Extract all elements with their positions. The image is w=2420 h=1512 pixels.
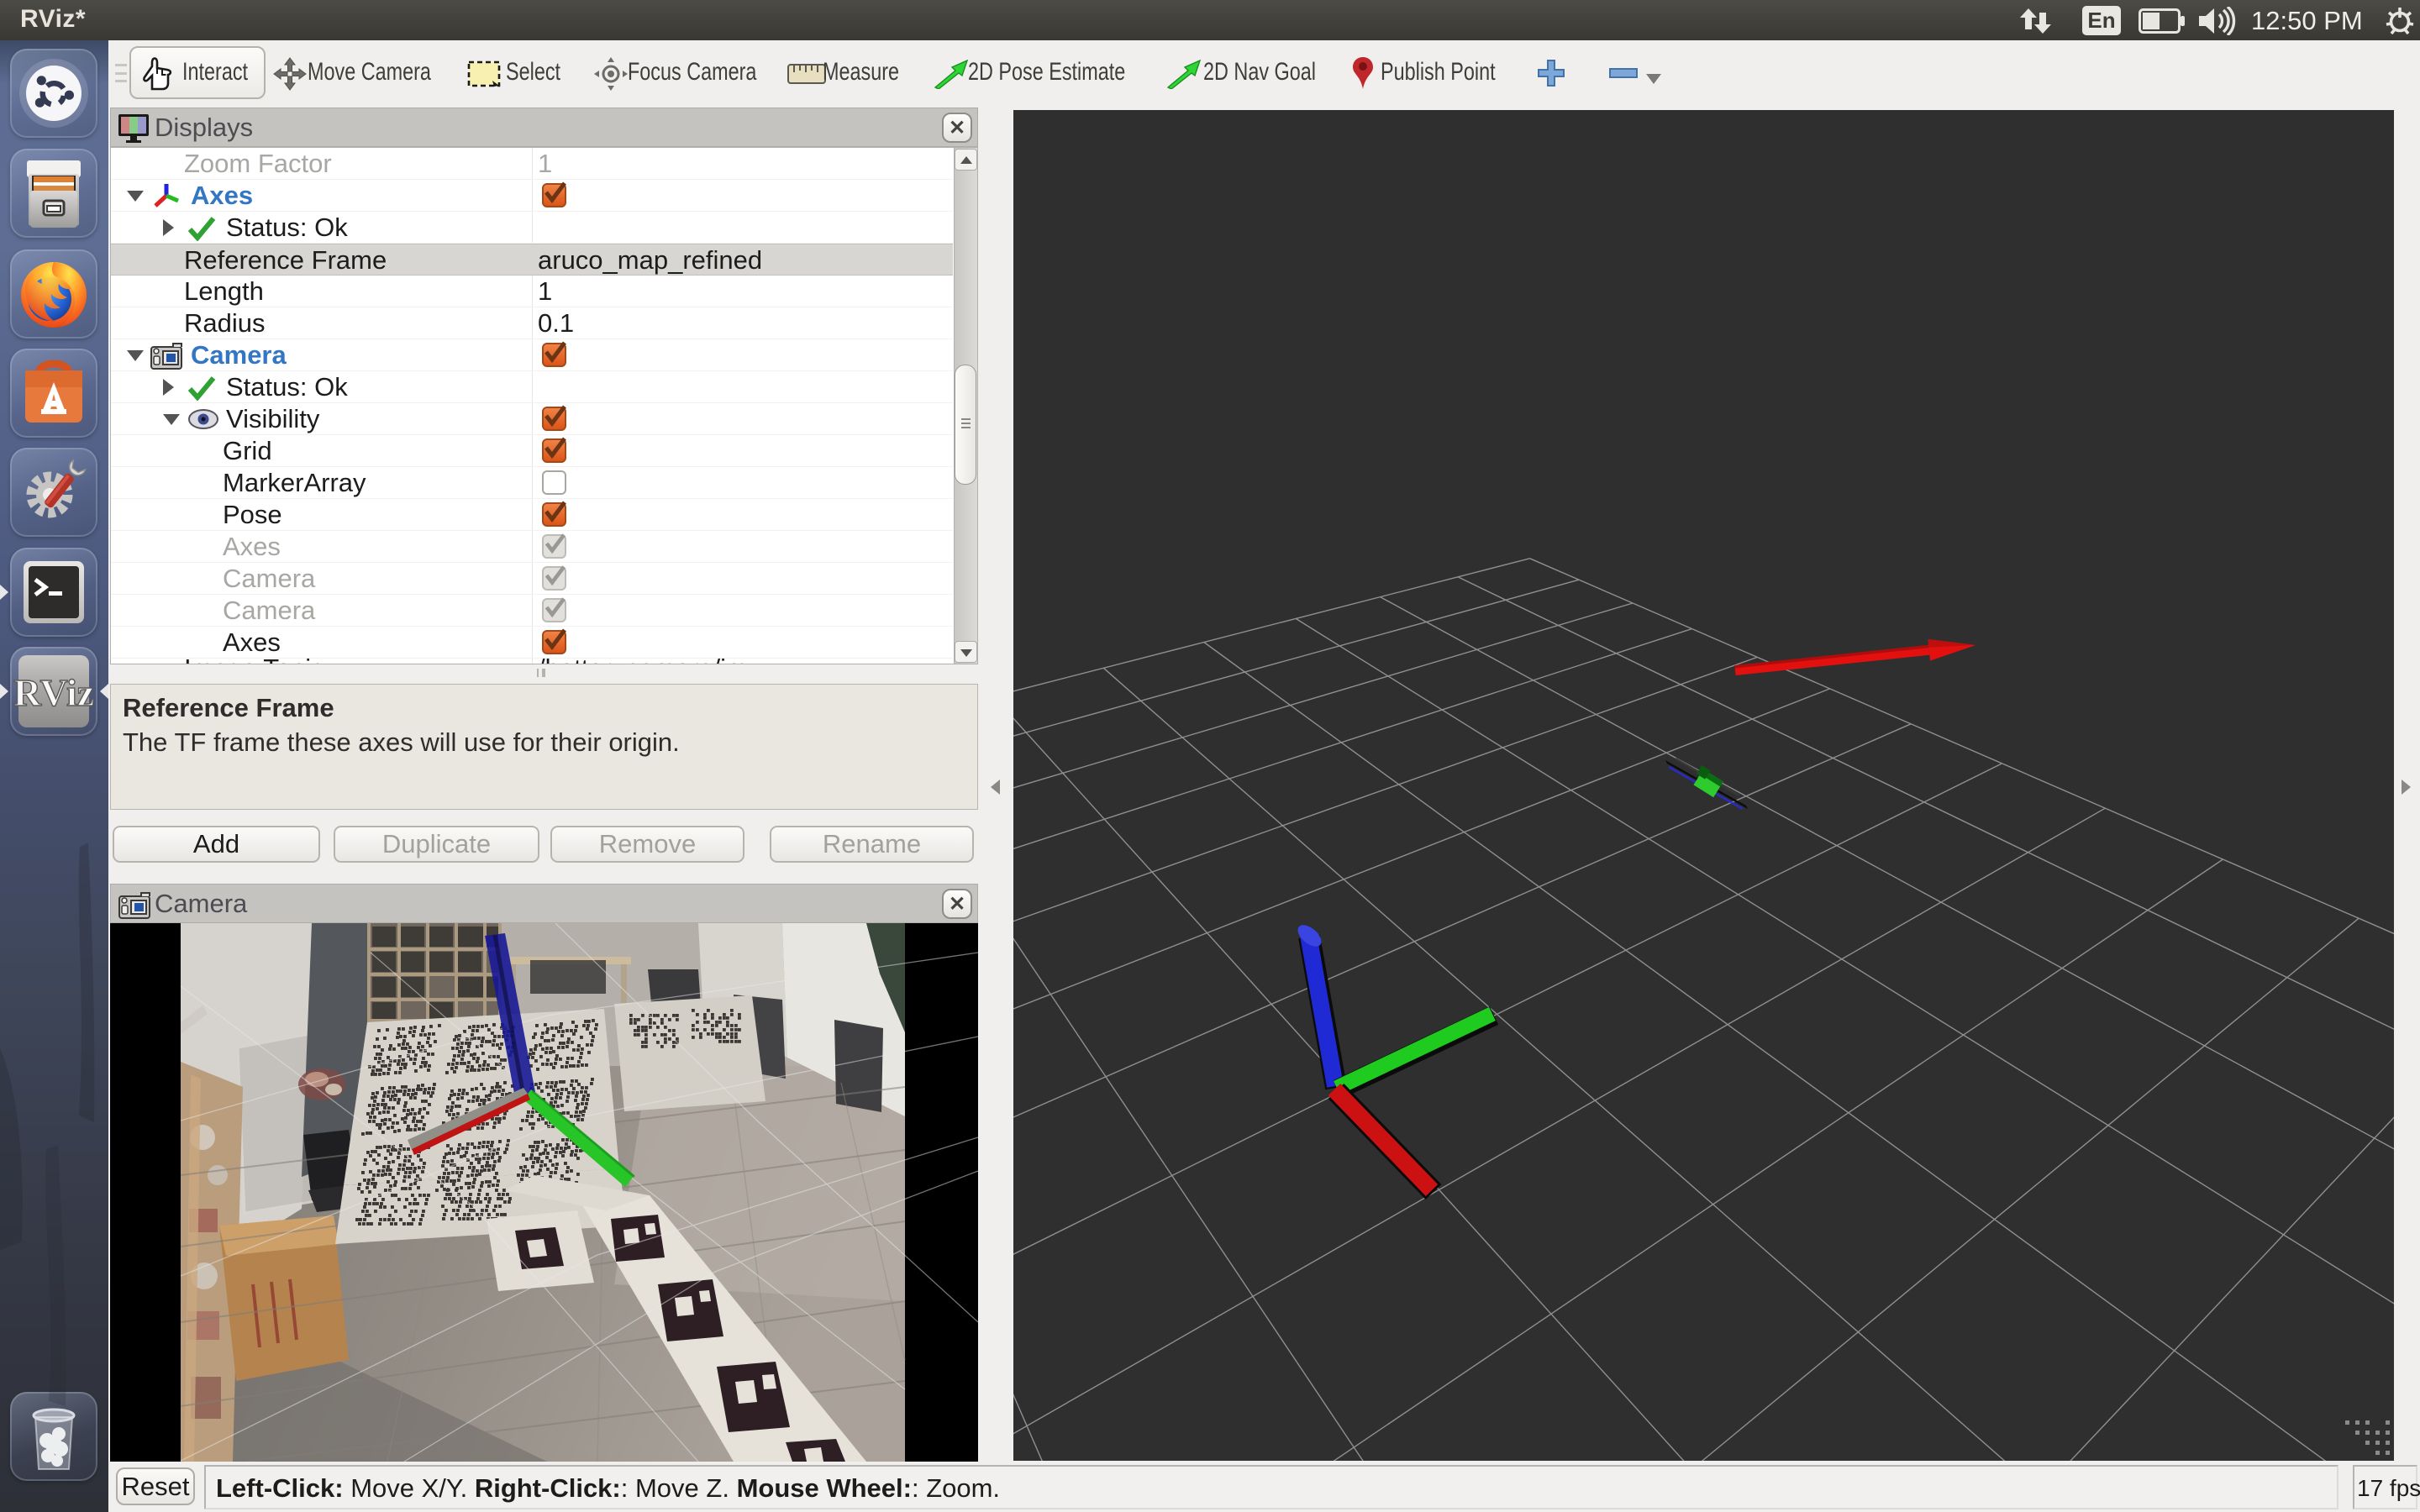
- svg-text:RViz: RViz: [13, 671, 94, 714]
